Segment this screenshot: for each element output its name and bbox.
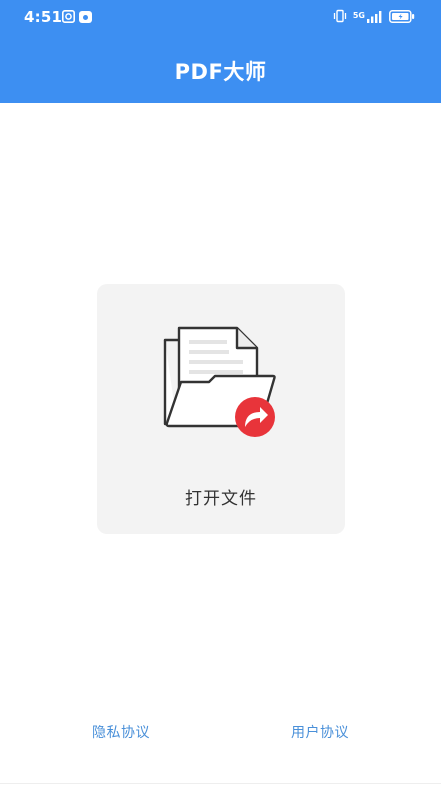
signal-icon [367, 10, 382, 23]
bottom-divider [0, 783, 441, 784]
app-header: 4:51 5G PDF大师 [0, 0, 441, 103]
user-agreement-link[interactable]: 用户协议 [291, 722, 349, 742]
cloud-notification-icon [79, 10, 92, 23]
status-notification-icons [62, 10, 92, 23]
network-type-label: 5G [352, 11, 365, 20]
privacy-policy-link[interactable]: 隐私协议 [92, 722, 150, 742]
share-arrow-icon [235, 397, 275, 437]
page-title: PDF大师 [174, 60, 267, 84]
vibrate-icon [333, 9, 347, 23]
open-file-button[interactable]: 打开文件 [97, 284, 345, 534]
battery-icon [389, 9, 415, 23]
status-bar: 4:51 5G [0, 0, 441, 34]
app-notification-icon [62, 10, 75, 23]
folder-document-icon [163, 326, 276, 437]
status-system-icons: 5G [333, 9, 415, 23]
status-time: 4:51 [24, 8, 63, 26]
open-file-label: 打开文件 [185, 489, 257, 509]
